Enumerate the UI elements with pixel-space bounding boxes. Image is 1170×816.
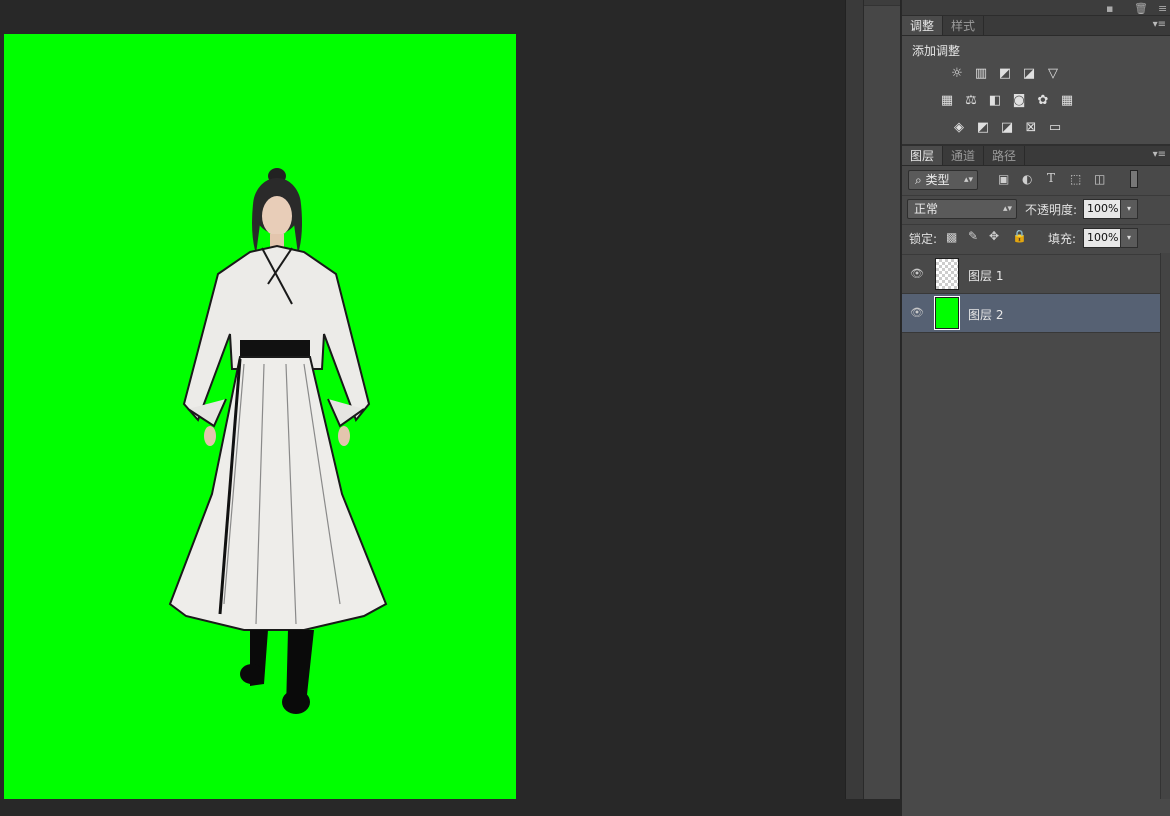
brightness-icon[interactable]: ☼ [948, 64, 966, 82]
layers-tabbar: 图层 通道 路径 ▾≡ [902, 146, 1170, 166]
layers-scrollbar[interactable] [1160, 253, 1170, 799]
tab-styles[interactable]: 样式 [943, 16, 985, 35]
layer-thumbnail [934, 296, 960, 330]
layer-row-1[interactable]: 👁 图层 1 [902, 255, 1160, 294]
layer-row-2[interactable]: 👁 图层 2 [902, 294, 1160, 333]
blend-mode-select[interactable]: 正常 ▴▾ [907, 199, 1017, 219]
filter-toggle[interactable] [1130, 170, 1138, 188]
lock-all-icon[interactable]: 🔒 [1012, 229, 1027, 243]
black-white-icon[interactable]: ◧ [986, 91, 1004, 109]
channel-mixer-icon[interactable]: ✿ [1034, 91, 1052, 109]
collapsed-panel-dock [863, 0, 901, 799]
character-illustration [168, 168, 388, 714]
blend-mode-value: 正常 [914, 202, 939, 216]
opacity-dropdown-button[interactable]: ▾ [1120, 199, 1138, 219]
lock-label: 锁定: [909, 232, 938, 246]
threshold-icon[interactable]: ◪ [998, 118, 1016, 136]
invert-icon[interactable]: ◈ [950, 118, 968, 136]
panel-dock-gutter [845, 0, 863, 799]
visibility-eye-icon[interactable]: 👁 [910, 267, 924, 280]
adjustments-tabbar: 调整 样式 ▾≡ [902, 16, 1170, 36]
layers-panel: ⌕ 类型 ▴▾ ▣ ◐ T ⬚ ◫ 正常 ▴▾ 不透明度: 100% ▾ 锁定:… [902, 166, 1170, 816]
panel-top-strip: ▪ 🗑 ≡ [902, 0, 1170, 16]
chevron-updown-icon: ▴▾ [963, 175, 973, 185]
layer-thumbnail [935, 258, 959, 290]
fill-label: 填充: [1048, 232, 1077, 246]
new-doc-icon[interactable]: ▪ [1106, 2, 1113, 15]
document-canvas[interactable] [4, 34, 516, 799]
layer-name[interactable]: 图层 2 [968, 306, 1003, 323]
filter-type-icon[interactable]: T [1047, 171, 1055, 185]
filter-pixel-icon[interactable]: ▣ [998, 172, 1009, 186]
hue-saturation-icon[interactable]: ▦ [938, 91, 956, 109]
chevron-updown-icon: ▴▾ [1002, 204, 1012, 214]
filter-shape-icon[interactable]: ⬚ [1070, 172, 1081, 186]
photo-filter-icon[interactable]: ◙ [1010, 91, 1028, 109]
color-balance-icon[interactable]: ⚖ [962, 91, 980, 109]
filter-smartobject-icon[interactable]: ◫ [1094, 172, 1105, 186]
fill-input[interactable]: 100% [1083, 228, 1121, 248]
tab-paths[interactable]: 路径 [984, 146, 1026, 165]
adjustments-title: 添加调整 [912, 44, 961, 58]
fill-dropdown-button[interactable]: ▾ [1120, 228, 1138, 248]
exposure-icon[interactable]: ◪ [1020, 64, 1038, 82]
opacity-label: 不透明度: [1025, 203, 1078, 217]
document-workspace[interactable] [0, 0, 845, 799]
filter-kind-label: 类型 [925, 173, 950, 187]
gradient-map-icon[interactable]: ▭ [1046, 118, 1064, 136]
color-lookup-icon[interactable]: ▦ [1058, 91, 1076, 109]
adjustments-panel: 添加调整 ☼ ▥ ◩ ◪ ▽ ▦ ⚖ ◧ ◙ ✿ ▦ ◈ ◩ ◪ ⊠ ▭ [902, 36, 1170, 146]
levels-icon[interactable]: ▥ [972, 64, 990, 82]
tab-layers[interactable]: 图层 [902, 146, 944, 165]
visibility-eye-icon[interactable]: 👁 [910, 306, 924, 319]
search-icon: ⌕ [915, 173, 926, 187]
opacity-input[interactable]: 100% [1083, 199, 1121, 219]
right-panel-dock: ▪ 🗑 ≡ 调整 样式 ▾≡ 添加调整 ☼ ▥ ◩ ◪ ▽ ▦ ⚖ ◧ ◙ ✿ … [902, 0, 1170, 816]
lock-brush-icon[interactable]: ✎ [968, 229, 978, 243]
curves-icon[interactable]: ◩ [996, 64, 1014, 82]
posterize-icon[interactable]: ◩ [974, 118, 992, 136]
lock-move-icon[interactable]: ✥ [989, 229, 999, 243]
lock-transparent-icon[interactable]: ▩ [946, 230, 957, 244]
tab-adjustments[interactable]: 调整 [902, 16, 944, 35]
layers-menu-icon[interactable]: ▾≡ [1153, 149, 1166, 160]
trash-icon[interactable]: 🗑 [1134, 2, 1148, 15]
vibrance-icon[interactable]: ▽ [1044, 64, 1062, 82]
panel-menu-icon[interactable]: ≡ [1158, 2, 1167, 15]
adjustments-menu-icon[interactable]: ▾≡ [1153, 19, 1166, 30]
filter-adjustment-icon[interactable]: ◐ [1022, 172, 1032, 186]
layer-filter-select[interactable]: ⌕ 类型 ▴▾ [908, 170, 978, 190]
layer-name[interactable]: 图层 1 [968, 267, 1003, 284]
selective-color-icon[interactable]: ⊠ [1022, 118, 1040, 136]
tab-channels[interactable]: 通道 [943, 146, 985, 165]
